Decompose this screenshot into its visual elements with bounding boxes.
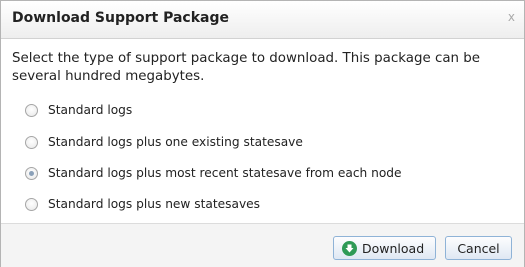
- option-label: Standard logs plus most recent statesave…: [48, 166, 402, 180]
- option-standard-logs-one-statesave[interactable]: Standard logs plus one existing statesav…: [25, 133, 303, 151]
- radio-most-recent-statesave[interactable]: [25, 166, 38, 180]
- dialog-title: Download Support Package: [12, 10, 229, 26]
- download-button-label: Download: [362, 240, 425, 256]
- cancel-button[interactable]: Cancel: [445, 236, 512, 260]
- download-support-package-dialog: Download Support Package x Select the ty…: [0, 0, 525, 267]
- radio-standard-logs[interactable]: [25, 103, 38, 117]
- dialog-titlebar: Download Support Package x: [1, 1, 524, 39]
- download-button[interactable]: Download: [333, 236, 436, 260]
- option-label: Standard logs plus one existing statesav…: [48, 135, 303, 149]
- radio-standard-logs-one-statesave[interactable]: [25, 135, 38, 149]
- download-arrow-icon: [342, 240, 357, 256]
- option-most-recent-statesave[interactable]: Standard logs plus most recent statesave…: [25, 164, 402, 182]
- dialog-intro-text: Select the type of support package to do…: [12, 51, 481, 84]
- cancel-button-label: Cancel: [457, 240, 500, 256]
- option-label: Standard logs: [48, 103, 133, 117]
- option-standard-logs[interactable]: Standard logs: [25, 101, 132, 119]
- radio-new-statesaves[interactable]: [25, 197, 38, 211]
- option-label: Standard logs plus new statesaves: [48, 197, 261, 211]
- close-icon[interactable]: x: [508, 10, 515, 24]
- option-new-statesaves[interactable]: Standard logs plus new statesaves: [25, 195, 260, 213]
- dialog-footer: Download Cancel: [1, 223, 524, 267]
